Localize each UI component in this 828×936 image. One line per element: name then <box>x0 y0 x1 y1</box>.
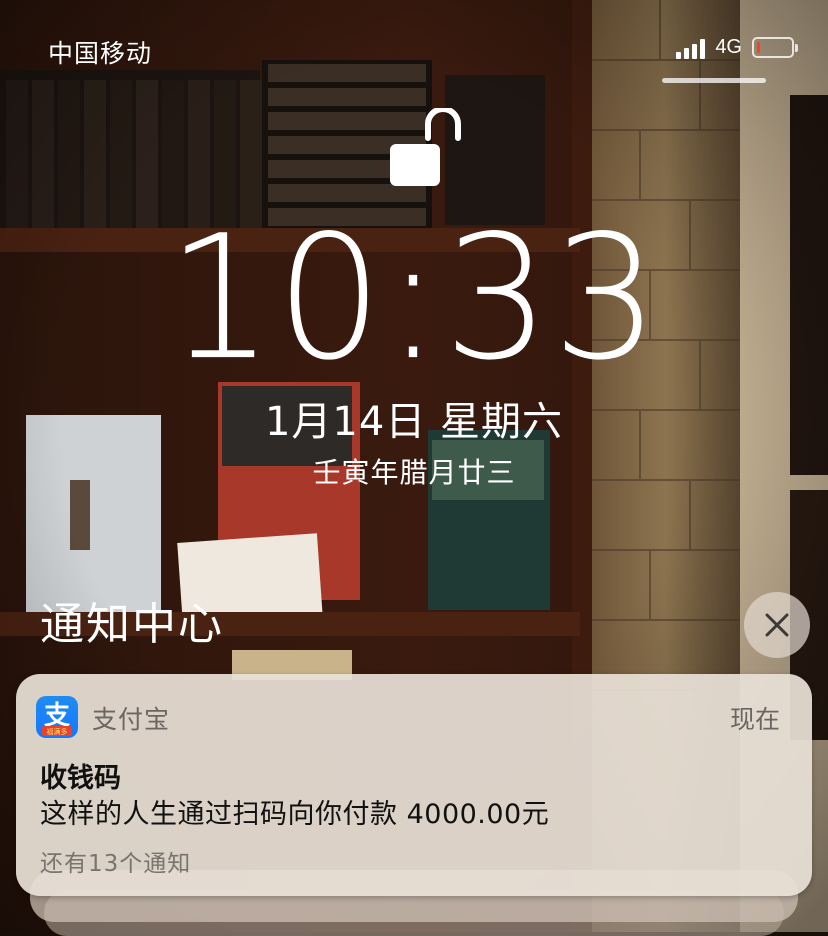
status-indicators: 4G <box>676 36 798 59</box>
alipay-notification-card[interactable]: 支 福满多 支付宝 现在 收钱码 这样的人生通过扫码向你付款 4000.00元 … <box>16 674 812 896</box>
clear-notifications-button[interactable] <box>744 592 810 658</box>
battery-level <box>757 42 760 53</box>
notification-center-title: 通知中心 <box>40 599 224 650</box>
carrier-name: 中国移动 <box>48 39 153 68</box>
network-type: 4G <box>715 36 742 58</box>
notification-timestamp: 现在 <box>729 705 780 734</box>
notification-app-name: 支付宝 <box>92 705 171 734</box>
signal-strength-icon <box>676 37 706 59</box>
more-notifications-count[interactable]: 还有13个通知 <box>40 844 191 878</box>
battery-icon <box>752 37 798 58</box>
notification-title: 收钱码 <box>40 763 121 794</box>
close-icon <box>765 613 789 637</box>
lunar-date: 壬寅年腊月廿三 <box>312 456 516 489</box>
lock-screen-date: 1月14日 星期六 <box>264 399 564 445</box>
lock-screen-time: 10:33 <box>166 198 662 398</box>
alipay-icon-badge: 福满多 <box>47 727 68 736</box>
unlocked-padlock-icon <box>390 108 461 186</box>
notification-body: 这样的人生通过扫码向你付款 4000.00元 <box>40 799 550 830</box>
control-center-indicator[interactable] <box>662 78 766 83</box>
alipay-icon: 支 福满多 <box>36 696 78 738</box>
